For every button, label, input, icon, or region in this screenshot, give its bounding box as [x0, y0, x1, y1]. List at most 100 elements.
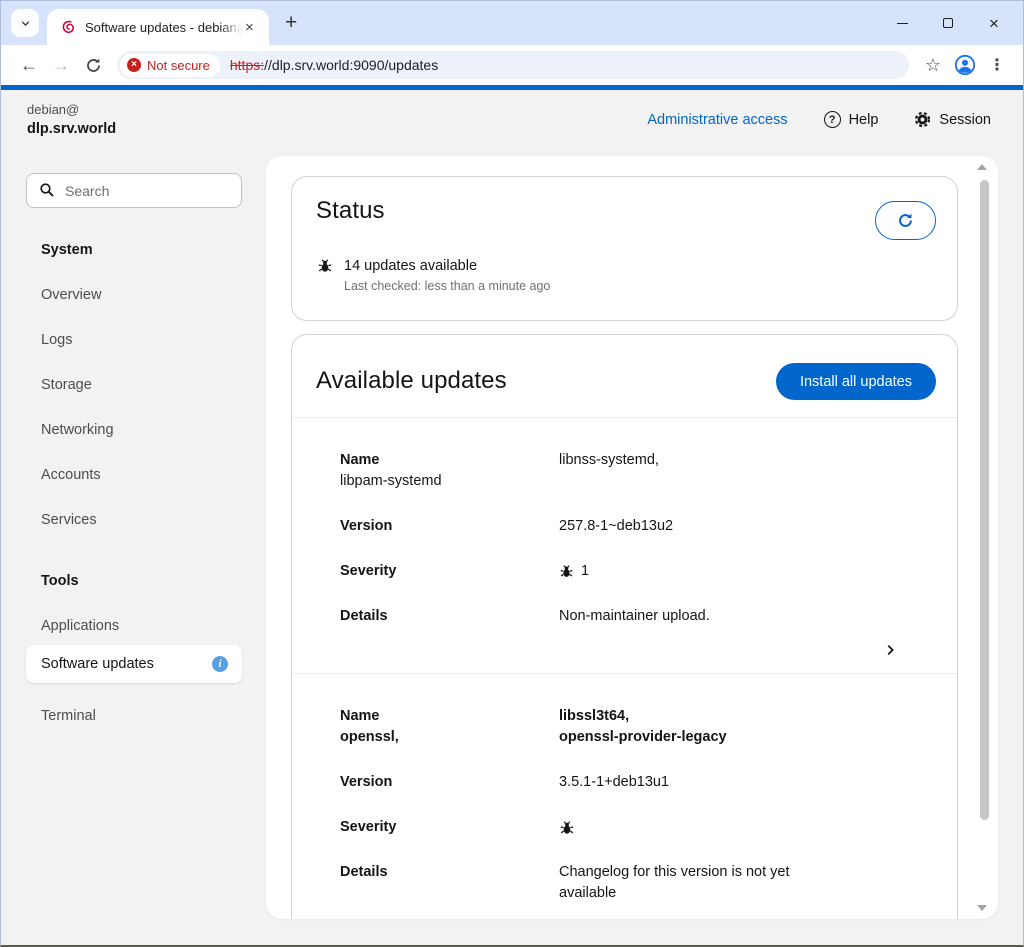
url-rest: //dlp.srv.world:9090/updates — [264, 57, 438, 73]
session-menu[interactable]: Session — [914, 111, 991, 128]
updates-list: Name libnss-systemd, libpam-systemd Vers… — [292, 418, 957, 919]
help-menu[interactable]: ? Help — [824, 111, 879, 128]
refresh-icon — [897, 212, 914, 229]
available-updates-title: Available updates — [316, 367, 507, 395]
bug-icon — [559, 820, 575, 836]
details-value: Non-maintainer upload. — [559, 606, 809, 627]
reload-button[interactable] — [77, 49, 109, 81]
package-names-wrap-right: openssl-provider-legacy — [559, 727, 933, 748]
masthead: debian@ dlp.srv.world Administrative acc… — [1, 90, 1023, 156]
name-row-wrap: libpam-systemd — [340, 471, 933, 492]
severity-row: Severity 1 — [340, 561, 933, 582]
severity-label: Severity — [340, 817, 559, 838]
severity-value: 1 — [559, 561, 933, 582]
masthead-actions: Administrative access ? Help Session — [647, 111, 991, 128]
main-content-panel: Status 14 updates available Last checked… — [266, 156, 998, 919]
install-all-updates-button[interactable]: Install all updates — [776, 363, 936, 400]
address-bar[interactable]: × Not secure https://dlp.srv.world:9090/… — [117, 51, 909, 79]
updates-available-text: 14 updates available — [344, 258, 550, 274]
name-row: Name libnss-systemd, — [340, 450, 933, 471]
close-icon: × — [989, 15, 999, 32]
maximize-button[interactable] — [925, 1, 971, 45]
name-label: Name — [340, 706, 559, 727]
browser-titlebar: Software updates - debian@dlp × + × — [1, 1, 1023, 45]
status-card: Status 14 updates available Last checked… — [291, 176, 958, 321]
cockpit-page: debian@ dlp.srv.world Administrative acc… — [1, 90, 1023, 945]
available-updates-card: Available updates Install all updates Na… — [291, 334, 958, 919]
version-value: 257.8-1~deb13u2 — [559, 516, 933, 537]
host-switcher[interactable]: debian@ dlp.srv.world — [27, 102, 116, 137]
nav-section-system: System — [41, 242, 93, 258]
browser-tab[interactable]: Software updates - debian@dlp × — [47, 9, 269, 45]
hostname: dlp.srv.world — [27, 121, 116, 137]
status-card-title: Status — [316, 197, 385, 225]
sidebar-item-networking[interactable]: Networking — [41, 422, 114, 438]
bookmark-button[interactable]: ☆ — [917, 49, 949, 81]
update-row: Name libssl3t64, openssl, openssl-provid… — [292, 673, 957, 919]
url-text: https://dlp.srv.world:9090/updates — [230, 57, 438, 73]
package-names: libnss-systemd, — [559, 450, 933, 471]
profile-button[interactable] — [949, 49, 981, 81]
severity-row: Severity — [340, 817, 933, 838]
sidebar-item-overview[interactable]: Overview — [41, 287, 101, 303]
forward-icon: → — [52, 55, 70, 76]
minimize-button[interactable] — [879, 1, 925, 45]
url-scheme: https: — [230, 57, 264, 73]
expand-row-button[interactable] — [340, 904, 933, 919]
tab-search-button[interactable] — [11, 9, 39, 37]
details-value: Changelog for this version is not yet av… — [559, 862, 809, 904]
new-tab-button[interactable]: + — [285, 11, 297, 35]
bug-icon — [559, 564, 574, 579]
not-secure-chip[interactable]: × Not secure — [120, 54, 220, 77]
back-icon: ← — [20, 55, 38, 76]
back-button[interactable]: ← — [13, 49, 45, 81]
forward-button[interactable]: → — [45, 49, 77, 81]
name-label: Name — [340, 450, 559, 471]
search-input[interactable] — [26, 173, 242, 208]
sidebar-item-terminal[interactable]: Terminal — [41, 708, 96, 724]
details-label: Details — [340, 862, 559, 904]
profile-icon — [954, 54, 976, 76]
sidebar-search — [26, 173, 242, 208]
administrative-access-link[interactable]: Administrative access — [647, 112, 787, 128]
sidebar-item-services[interactable]: Services — [41, 512, 97, 528]
version-value: 3.5.1-1+deb13u1 — [559, 772, 933, 793]
version-row: Version 257.8-1~deb13u2 — [340, 516, 933, 537]
details-label: Details — [340, 606, 559, 627]
sidebar-item-software-updates[interactable]: Software updates i — [26, 645, 242, 683]
browser-toolbar: ← → × Not secure https://dlp.srv.world:9… — [1, 45, 1023, 85]
maximize-icon — [943, 18, 953, 28]
reload-icon — [85, 57, 102, 74]
help-label: Help — [849, 112, 879, 128]
info-icon: i — [212, 656, 228, 672]
package-names: libssl3t64, — [559, 706, 933, 727]
sidebar-item-applications[interactable]: Applications — [41, 618, 119, 634]
scrollbar-up-arrow[interactable] — [977, 164, 987, 170]
version-row: Version 3.5.1-1+deb13u1 — [340, 772, 933, 793]
sidebar-item-storage[interactable]: Storage — [41, 377, 92, 393]
refresh-button[interactable] — [875, 201, 936, 240]
sidebar-item-logs[interactable]: Logs — [41, 332, 72, 348]
tab-close-icon[interactable]: × — [245, 20, 254, 35]
expand-row-button[interactable] — [340, 627, 933, 659]
debian-favicon — [60, 19, 76, 35]
details-row: Details Changelog for this version is no… — [340, 862, 933, 904]
chevron-down-icon — [19, 17, 32, 30]
bug-icon — [317, 258, 333, 274]
nav-section-tools: Tools — [41, 573, 79, 589]
severity-label: Severity — [340, 561, 559, 582]
sidebar: System Overview Logs Storage Networking … — [1, 156, 266, 945]
close-button[interactable]: × — [971, 1, 1017, 45]
tab-title: Software updates - debian@dlp — [85, 20, 243, 35]
browser-menu-button[interactable]: ⋮ — [981, 49, 1013, 81]
toolbar-icons: ☆ ⋮ — [917, 49, 1013, 81]
sidebar-item-label: Software updates — [41, 656, 212, 672]
logged-in-user: debian@ — [27, 102, 116, 117]
details-row: Details Non-maintainer upload. — [340, 606, 933, 627]
scrollbar-down-arrow[interactable] — [977, 905, 987, 911]
scrollbar-thumb[interactable] — [980, 180, 989, 820]
session-label: Session — [939, 112, 991, 128]
sidebar-item-accounts[interactable]: Accounts — [41, 467, 101, 483]
package-names-wrap-left: openssl, — [340, 727, 559, 748]
chevron-right-icon — [883, 643, 897, 657]
